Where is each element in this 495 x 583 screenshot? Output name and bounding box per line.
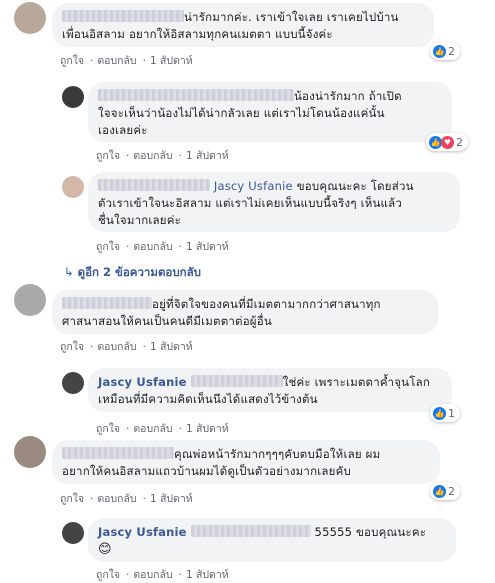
reaction-count[interactable]: 👍 1 xyxy=(430,404,460,422)
thumbs-up-icon: 👍 xyxy=(433,406,446,420)
comment-text: ใช่ค่ะ เพราะเมตตาค้ำจุนโลก xyxy=(282,375,430,389)
comment-bubble: คุณพ่อหน้ารักมากๆๆๆคับตบมือให้เลย ผม อยา… xyxy=(52,440,440,484)
comment-text: ชื่นใจมากเลยค่ะ xyxy=(98,213,182,227)
comment-bubble: อยู่ที่จิตใจของคนที่มีเมตตามากกว่าศาสนาท… xyxy=(52,290,438,334)
comment-text: น่ารักมากค่ะ. เราเข้าใจเลย เราเคยไปบ้าน xyxy=(184,10,399,24)
avatar[interactable] xyxy=(14,2,46,34)
reply-arrow-icon: ↳ xyxy=(64,265,74,279)
timestamp[interactable]: 1 สัปดาห์ xyxy=(186,241,229,253)
reply-link[interactable]: ตอบกลับ xyxy=(133,241,172,253)
reaction-count[interactable]: 👍 2 xyxy=(430,42,460,60)
reply-link[interactable]: ตอบกลับ xyxy=(97,55,136,67)
comment-text: ตัวเราเข้าใจนะอิสลาม แต่เราไม่เคยเห็นแบบ… xyxy=(98,196,403,210)
author-name[interactable]: Jascy Usfanie xyxy=(98,525,187,539)
comment-actions: ถูกใจ · ตอบกลับ · 1 สัปดาห์ xyxy=(60,55,193,67)
like-link[interactable]: ถูกใจ xyxy=(96,150,120,162)
comment-actions: ถูกใจ · ตอบกลับ · 1 สัปดาห์ xyxy=(60,493,193,505)
reply-link[interactable]: ตอบกลับ xyxy=(97,493,136,505)
smile-emoji-icon: 😊 xyxy=(98,542,112,557)
author-name[interactable]: Jascy Usfanie xyxy=(98,375,187,389)
comment-text: เพื่อนอิสลาม อยากให้อิสลามทุกคนเมตตา แบบ… xyxy=(62,27,333,41)
thumbs-up-icon: 👍 xyxy=(433,44,446,58)
avatar[interactable] xyxy=(62,372,84,394)
comment-actions: ถูกใจ · ตอบกลับ · 1 สัปดาห์ xyxy=(60,341,193,353)
like-link[interactable]: ถูกใจ xyxy=(60,341,84,353)
reply-link[interactable]: ตอบกลับ xyxy=(133,150,172,162)
reply-link[interactable]: ตอบกลับ xyxy=(97,341,136,353)
avatar[interactable] xyxy=(62,176,84,198)
timestamp[interactable]: 1 สัปดาห์ xyxy=(150,493,193,505)
like-link[interactable]: ถูกใจ xyxy=(60,493,84,505)
comment-text: ขอบคุณนะคะ โดยส่วน xyxy=(296,179,414,193)
timestamp[interactable]: 1 สัปดาห์ xyxy=(186,150,229,162)
redacted-name xyxy=(98,89,294,101)
author-name[interactable]: Jascy Usfanie xyxy=(214,179,293,193)
redacted-name xyxy=(62,10,184,22)
comment-actions: ถูกใจ · ตอบกลับ · 1 สัปดาห์ xyxy=(96,150,229,162)
comment-text: 55555 ขอบคุณนะคะ xyxy=(314,525,427,539)
heart-icon: ♥ xyxy=(441,135,454,149)
redacted-name xyxy=(190,375,283,387)
timestamp[interactable]: 1 สัปดาห์ xyxy=(186,569,229,581)
like-link[interactable]: ถูกใจ xyxy=(96,569,120,581)
reply-bubble: Jascy Usfanie 55555 ขอบคุณนะคะ 😊 xyxy=(88,518,456,562)
redacted-name xyxy=(62,447,174,459)
comment-text: เองเลยค่ะ xyxy=(98,123,148,137)
avatar[interactable] xyxy=(14,436,46,468)
comment-text: เหมือนที่มีความคิดเห็นนึงได้แสดงไว้ข้างต… xyxy=(98,392,318,406)
reply-bubble: Jascy Usfanie ขอบคุณนะคะ โดยส่วน ตัวเราเข… xyxy=(88,172,460,232)
comment-text: ศาสนาสอนให้คนเป็นคนดีมีเมตตาต่อผู้อื่น xyxy=(62,314,272,328)
comment-text: อยู่ที่จิตใจของคนที่มีเมตตามากกว่าศาสนาท… xyxy=(152,297,381,311)
view-more-replies[interactable]: ↳ ดูอีก 2 ข้อความตอบกลับ xyxy=(64,264,201,282)
reply-bubble: น้องน่ารักมาก ถ้าเปิด ใจจะเห็นว่าน้องไม่… xyxy=(88,82,452,142)
thumbs-up-icon: 👍 xyxy=(433,484,446,498)
avatar[interactable] xyxy=(62,86,84,108)
like-link[interactable]: ถูกใจ xyxy=(60,55,84,67)
reaction-count[interactable]: 👍 2 xyxy=(430,482,460,500)
reply-link[interactable]: ตอบกลับ xyxy=(133,423,172,435)
redacted-name xyxy=(190,525,311,537)
comment-actions: ถูกใจ · ตอบกลับ · 1 สัปดาห์ xyxy=(96,569,229,581)
avatar[interactable] xyxy=(14,284,46,316)
reply-link[interactable]: ตอบกลับ xyxy=(133,569,172,581)
redacted-name xyxy=(62,297,152,309)
timestamp[interactable]: 1 สัปดาห์ xyxy=(150,55,193,67)
reaction-count[interactable]: 👍 ♥ 2 xyxy=(426,133,468,151)
avatar[interactable] xyxy=(62,522,84,544)
like-link[interactable]: ถูกใจ xyxy=(96,241,120,253)
timestamp[interactable]: 1 สัปดาห์ xyxy=(186,423,229,435)
comment-bubble: น่ารักมากค่ะ. เราเข้าใจเลย เราเคยไปบ้าน … xyxy=(52,3,434,47)
comment-text: คุณพ่อหน้ารักมากๆๆๆคับตบมือให้เลย ผม xyxy=(174,447,381,461)
comment-actions: ถูกใจ · ตอบกลับ · 1 สัปดาห์ xyxy=(96,241,229,253)
timestamp[interactable]: 1 สัปดาห์ xyxy=(150,341,193,353)
reply-bubble: Jascy Usfanie ใช่ค่ะ เพราะเมตตาค้ำจุนโลก … xyxy=(88,368,452,412)
like-link[interactable]: ถูกใจ xyxy=(96,423,120,435)
comment-text: น้องน่ารักมาก ถ้าเปิด xyxy=(294,89,402,103)
comment-actions: ถูกใจ · ตอบกลับ · 1 สัปดาห์ xyxy=(96,423,229,435)
comment-text: อยากให้คนอิสลามแถวบ้านผมได้ดูเป็นตัวอย่า… xyxy=(62,464,351,478)
redacted-name xyxy=(98,179,210,191)
comment-text: ใจจะเห็นว่าน้องไม่ได้น่ากลัวเลย แต่เราไม… xyxy=(98,106,385,120)
